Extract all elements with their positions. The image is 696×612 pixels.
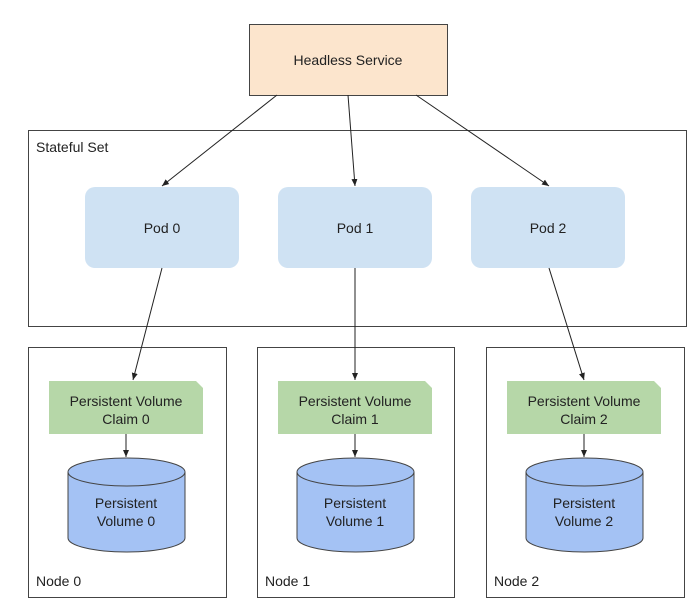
- pod-1: Pod 1: [278, 187, 432, 268]
- pod-label: Pod 1: [337, 220, 374, 236]
- node-1: Node 1 Persistent Volume Claim 1 Persist…: [257, 347, 455, 598]
- pod-label: Pod 2: [530, 220, 567, 236]
- statefulset-diagram: Stateful Set Headless Service Pod 0 Pod …: [28, 24, 687, 598]
- pvc-label: Persistent Volume: [299, 393, 412, 409]
- pvc-label: Persistent Volume: [70, 393, 183, 409]
- node-label: Node 2: [494, 573, 539, 589]
- pvc-label: Claim 0: [102, 411, 150, 427]
- pv-label: Volume 1: [326, 513, 385, 529]
- node-2: Node 2 Persistent Volume Claim 2 Persist…: [486, 347, 685, 598]
- pv-label: Persistent: [553, 495, 615, 511]
- node-0: Node 0 Persistent Volume Claim 0 Persist…: [28, 347, 227, 598]
- pod-2: Pod 2: [471, 187, 625, 268]
- pod-label: Pod 0: [144, 220, 181, 236]
- pv-label: Volume 2: [555, 513, 614, 529]
- pvc-label: Claim 2: [560, 411, 608, 427]
- pod-0: Pod 0: [85, 187, 239, 268]
- pvc-label: Persistent Volume: [528, 393, 641, 409]
- pvc-label: Claim 1: [331, 411, 379, 427]
- pv-label: Persistent: [324, 495, 386, 511]
- statefulset-label: Stateful Set: [36, 139, 108, 155]
- node-label: Node 1: [265, 573, 310, 589]
- headless-service: Headless Service: [249, 24, 448, 96]
- pv-label: Persistent: [95, 495, 157, 511]
- headless-service-label: Headless Service: [294, 52, 403, 68]
- node-label: Node 0: [36, 573, 81, 589]
- pv-label: Volume 0: [97, 513, 156, 529]
